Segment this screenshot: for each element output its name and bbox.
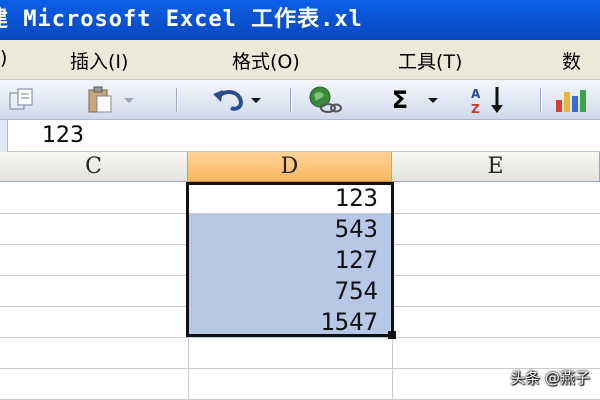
paste-button[interactable] — [80, 86, 140, 114]
toolbar-separator — [176, 88, 178, 112]
sort-ascending-icon: A Z — [471, 87, 503, 115]
column-header-d[interactable]: D — [188, 152, 392, 182]
sort-ascending-button[interactable]: A Z — [466, 86, 516, 115]
formula-bar: 123 — [0, 120, 600, 152]
window-title: 建 Microsoft Excel 工作表.xl — [0, 7, 363, 32]
toolbar-separator — [290, 88, 292, 112]
svg-text:Z: Z — [471, 102, 480, 115]
toolbar-separator — [540, 88, 542, 112]
menu-bar: ) 插入(I) 格式(O) 工具(T) 数 — [0, 40, 600, 80]
copy-button[interactable] — [6, 86, 40, 114]
copy-icon — [9, 88, 33, 110]
menu-item-tools[interactable]: 工具(T) — [398, 47, 462, 74]
chart-icon — [556, 90, 586, 112]
menu-item-partial[interactable]: ) — [0, 47, 7, 69]
column-header-e[interactable]: E — [392, 152, 600, 182]
title-bar: 建 Microsoft Excel 工作表.xl — [0, 0, 600, 40]
cell-d1[interactable]: 123 — [188, 183, 392, 214]
insert-hyperlink-button[interactable] — [304, 86, 344, 114]
cell-d4[interactable]: 754 — [188, 276, 392, 307]
chevron-down-icon[interactable] — [123, 95, 135, 105]
column-header-c[interactable]: C — [0, 152, 188, 182]
cell-d3[interactable]: 127 — [188, 245, 392, 276]
cell-d5[interactable]: 1547 — [188, 307, 392, 338]
paste-icon — [88, 86, 112, 113]
menu-item-insert[interactable]: 插入(I) — [70, 47, 128, 74]
standard-toolbar: Σ A Z — [0, 80, 600, 120]
menu-item-format[interactable]: 格式(O) — [232, 47, 300, 74]
watermark: 头条 @燕子 — [510, 369, 590, 387]
hyperlink-icon — [309, 86, 342, 113]
autosum-button[interactable]: Σ — [376, 86, 456, 114]
chart-wizard-button[interactable] — [552, 86, 596, 114]
autosum-icon: Σ — [391, 86, 409, 114]
formula-input[interactable]: 123 — [42, 123, 84, 148]
worksheet-grid: C D E 123 543 127 754 1547 — [0, 152, 600, 400]
formula-bar-edge — [0, 120, 8, 152]
chevron-down-icon[interactable] — [426, 95, 440, 105]
svg-text:A: A — [471, 87, 481, 101]
undo-button[interactable] — [196, 86, 276, 114]
fill-handle[interactable] — [388, 331, 396, 339]
menu-item-data[interactable]: 数 — [562, 47, 581, 74]
undo-icon — [213, 90, 244, 111]
chevron-down-icon[interactable] — [249, 95, 263, 105]
cell-d2[interactable]: 543 — [188, 214, 392, 245]
